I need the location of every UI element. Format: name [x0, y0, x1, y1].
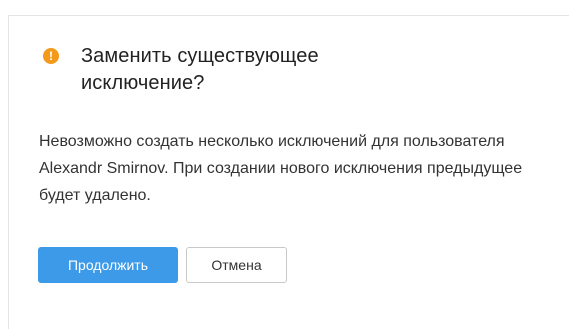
page: ! Заменить существующее исключение? Нево… [0, 0, 569, 329]
cancel-button[interactable]: Отмена [186, 247, 287, 283]
warning-icon: ! [43, 48, 59, 64]
dialog-title: Заменить существующее исключение? [81, 45, 319, 94]
dialog-message: Невозможно создать несколько исключений … [39, 133, 523, 204]
continue-button[interactable]: Продолжить [38, 247, 178, 283]
dialog-header: ! Заменить существующее исключение? [43, 43, 371, 97]
dialog-actions: Продолжить Отмена [38, 247, 287, 283]
